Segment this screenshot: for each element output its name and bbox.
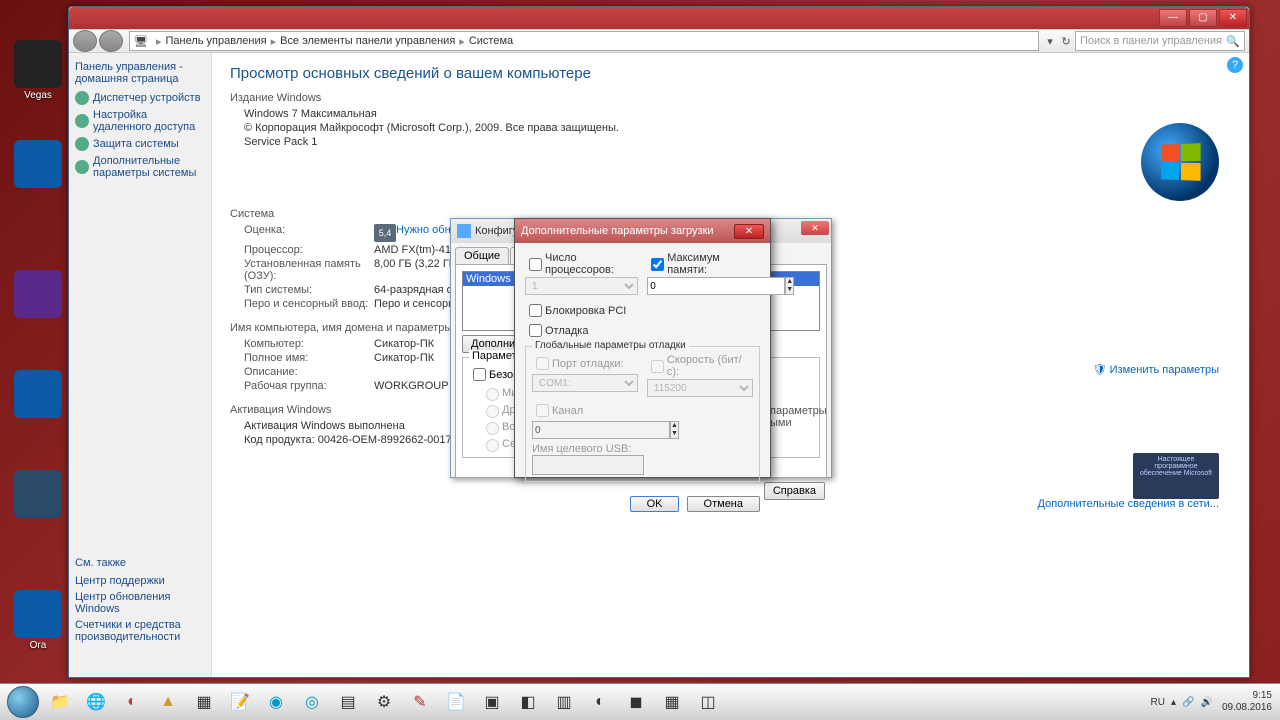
- tb-app2[interactable]: ▲: [152, 688, 184, 716]
- tb-chrome[interactable]: 🌐: [80, 688, 112, 716]
- tb-app6[interactable]: ◎: [296, 688, 328, 716]
- cancel-button[interactable]: Отмена: [687, 496, 760, 512]
- num-processors-checkbox[interactable]: [529, 258, 542, 271]
- nav-forward-button[interactable]: [99, 30, 123, 52]
- sidebar-item-advanced[interactable]: Дополнительные параметры системы: [75, 155, 205, 179]
- sidebar-item-device-manager[interactable]: Диспетчер устройств: [75, 91, 205, 105]
- safe-boot-checkbox[interactable]: [473, 368, 486, 381]
- usb-target-input: [532, 455, 644, 475]
- desktop-icon[interactable]: [8, 270, 68, 320]
- sidebar-home[interactable]: Панель управления - домашняя страница: [75, 61, 205, 85]
- advboot-close-button[interactable]: ✕: [734, 224, 764, 239]
- minimize-button[interactable]: —: [1159, 9, 1187, 27]
- tb-app12[interactable]: ◧: [512, 688, 544, 716]
- radio-repair: [486, 422, 499, 435]
- sidebar-bottom-update[interactable]: Центр обновления Windows: [75, 591, 193, 615]
- section-edition: Издание Windows: [230, 92, 1231, 104]
- window-titlebar[interactable]: — ▢ ✕: [69, 7, 1249, 29]
- tray-volume-icon[interactable]: 🔊: [1200, 697, 1212, 708]
- msconfig-icon: [457, 224, 471, 238]
- windows-logo: [1141, 123, 1219, 201]
- genuine-badge: Настоящее программное обеспечение Micros…: [1133, 453, 1219, 499]
- msconfig-close-x[interactable]: ✕: [801, 221, 829, 235]
- sidebar-bottom-support[interactable]: Центр поддержки: [75, 575, 193, 587]
- pci-lock-checkbox[interactable]: [529, 304, 542, 317]
- channel-checkbox: [536, 404, 549, 417]
- tb-app4[interactable]: 📝: [224, 688, 256, 716]
- tray-network-icon[interactable]: 🔗: [1182, 697, 1194, 708]
- tb-app13[interactable]: ▥: [548, 688, 580, 716]
- system-tray[interactable]: RU ▴ 🔗 🔊 9:1509.08.2016: [1148, 690, 1276, 714]
- search-input[interactable]: Поиск в панели управления🔍: [1075, 31, 1245, 51]
- radio-network: [486, 439, 499, 452]
- radio-altshell: [486, 405, 499, 418]
- tb-app5[interactable]: ◉: [260, 688, 292, 716]
- tray-clock[interactable]: 9:1509.08.2016: [1222, 690, 1272, 714]
- debug-checkbox[interactable]: [529, 324, 542, 337]
- debug-port-select: COM1:: [532, 374, 638, 392]
- tb-app15[interactable]: ◼: [620, 688, 652, 716]
- close-button[interactable]: ✕: [1219, 9, 1247, 27]
- desktop-icon[interactable]: Ora: [8, 590, 68, 651]
- desktop-icon[interactable]: Vegas: [8, 40, 68, 101]
- tray-flag-icon[interactable]: ▴: [1171, 697, 1176, 708]
- tb-explorer[interactable]: 📁: [44, 688, 76, 716]
- rating-badge: 5,4: [374, 224, 396, 242]
- advboot-titlebar[interactable]: Дополнительные параметры загрузки ✕: [515, 219, 770, 243]
- tb-app9[interactable]: ✎: [404, 688, 436, 716]
- tb-app8[interactable]: ⚙: [368, 688, 400, 716]
- baud-select: 115200: [647, 379, 753, 397]
- tb-app11[interactable]: ▣: [476, 688, 508, 716]
- tb-app14[interactable]: ◐: [584, 688, 616, 716]
- num-processors-select: 1: [525, 277, 638, 295]
- tab-general[interactable]: Общие: [455, 247, 509, 264]
- advanced-boot-dialog: Дополнительные параметры загрузки ✕ Числ…: [514, 218, 771, 478]
- more-info-link[interactable]: Дополнительные сведения в сети...: [1038, 498, 1220, 510]
- tb-app7[interactable]: ▤: [332, 688, 364, 716]
- tb-app17[interactable]: ◫: [692, 688, 724, 716]
- help-icon[interactable]: ?: [1227, 57, 1243, 73]
- spinner-buttons[interactable]: ▲▼: [785, 277, 794, 295]
- ok-button[interactable]: OK: [630, 496, 680, 512]
- taskbar: 📁 🌐 ◐ ▲ ▦ 📝 ◉ ◎ ▤ ⚙ ✎ 📄 ▣ ◧ ▥ ◐ ◼ ▦ ◫ RU…: [0, 683, 1280, 720]
- sidebar-item-remote[interactable]: Настройка удаленного доступа: [75, 109, 205, 133]
- maximize-button[interactable]: ▢: [1189, 9, 1217, 27]
- nav-back-button[interactable]: [73, 30, 97, 52]
- desktop-icon[interactable]: [8, 470, 68, 520]
- right-partial-text: параметры ыми: [770, 405, 820, 429]
- desktop-icon[interactable]: [8, 370, 68, 420]
- baud-checkbox: [651, 360, 664, 373]
- tray-lang[interactable]: RU: [1151, 697, 1165, 708]
- sidebar-bottom-perf[interactable]: Счетчики и средства производительности: [75, 619, 193, 643]
- change-settings-link[interactable]: 🛡 Изменить параметры: [1093, 363, 1219, 376]
- page-title: Просмотр основных сведений о вашем компь…: [230, 65, 1231, 82]
- desktop-icon[interactable]: [8, 140, 68, 190]
- sidebar-item-protection[interactable]: Защита системы: [75, 137, 205, 151]
- max-memory-checkbox[interactable]: [651, 258, 664, 271]
- radio-minimal: [486, 388, 499, 401]
- channel-input: [532, 421, 670, 439]
- help-button[interactable]: Справка: [764, 482, 825, 500]
- start-button[interactable]: [4, 684, 42, 720]
- see-also-label: См. также: [75, 557, 193, 569]
- tb-app16[interactable]: ▦: [656, 688, 688, 716]
- max-memory-input[interactable]: [647, 277, 785, 295]
- tb-app10[interactable]: 📄: [440, 688, 472, 716]
- search-icon: 🔍: [1226, 35, 1240, 48]
- tb-app1[interactable]: ◐: [116, 688, 148, 716]
- address-bar[interactable]: 🖥 ▸Панель управления ▸Все элементы панел…: [129, 31, 1039, 51]
- debug-port-checkbox: [536, 357, 549, 370]
- tb-app3[interactable]: ▦: [188, 688, 220, 716]
- sidebar: Панель управления - домашняя страница Ди…: [69, 53, 212, 677]
